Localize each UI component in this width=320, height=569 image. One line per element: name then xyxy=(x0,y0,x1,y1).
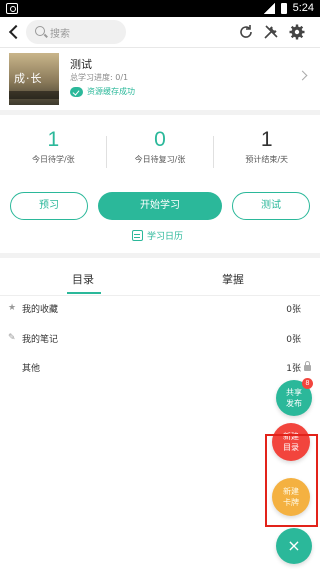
back-icon[interactable] xyxy=(8,25,20,39)
list-item[interactable]: ★ 我的收藏 0张 xyxy=(0,300,320,320)
stat-label: 今日待学/张 xyxy=(31,155,75,164)
list-item-label: 我的收藏 xyxy=(22,305,59,315)
calendar-icon xyxy=(132,230,143,241)
calendar-label: 学习日历 xyxy=(147,232,184,242)
search-icon xyxy=(35,26,45,36)
search-input[interactable]: 搜索 xyxy=(26,20,126,44)
close-icon: × xyxy=(287,536,301,555)
signal-icon xyxy=(263,2,275,14)
note-icon: ✎ xyxy=(8,333,16,343)
list-item-count: 0张 xyxy=(286,305,301,315)
test-button[interactable]: 测试 xyxy=(232,192,310,220)
top-bar: 搜索 xyxy=(0,17,320,47)
list-item-count: 0张 xyxy=(286,335,301,345)
section-divider xyxy=(0,110,320,115)
search-placeholder: 搜索 xyxy=(50,29,70,40)
stat-label: 预计结束/天 xyxy=(245,155,289,164)
tab-bar: 目录 掌握 xyxy=(0,263,320,295)
stat-estimated-end: 1 预计结束/天 xyxy=(213,120,320,180)
list-item[interactable]: ✎ 我的笔记 0张 xyxy=(0,330,320,350)
book-title: 测试 xyxy=(70,58,92,71)
study-calendar-link[interactable]: 学习日历 xyxy=(132,229,183,242)
active-tab-indicator xyxy=(67,292,101,294)
list-item-label: 其他 xyxy=(22,364,41,374)
stats-panel: 1 今日待学/张 0 今日待复习/张 1 预计结束/天 xyxy=(0,120,320,180)
refresh-icon[interactable] xyxy=(237,23,255,41)
battery-icon xyxy=(280,2,287,14)
cache-status-text: 资源缓存成功 xyxy=(87,87,135,96)
stat-today-learn: 1 今日待学/张 xyxy=(0,120,107,180)
list-item[interactable]: 其他 1张 xyxy=(0,359,320,379)
clock: 5:24 xyxy=(292,2,314,14)
tools-icon[interactable] xyxy=(262,23,280,41)
lock-icon xyxy=(304,361,311,371)
cover-text: 成·长 xyxy=(14,72,43,85)
stat-value: 0 xyxy=(154,128,166,151)
close-fab-button[interactable]: × xyxy=(276,528,312,564)
cache-status: 资源缓存成功 xyxy=(70,86,135,97)
stat-separator xyxy=(106,136,107,168)
stat-value: 1 xyxy=(47,128,60,151)
star-icon: ★ xyxy=(8,303,17,313)
stat-today-review: 0 今日待复习/张 xyxy=(107,120,214,180)
tab-catalog[interactable]: 目录 xyxy=(72,271,94,287)
preview-button[interactable]: 预习 xyxy=(10,192,88,220)
list-item-count: 1张 xyxy=(286,364,301,374)
stat-label: 今日待复习/张 xyxy=(134,155,186,164)
cloud-check-icon xyxy=(70,86,83,97)
start-learning-button[interactable]: 开始学习 xyxy=(98,192,222,220)
chevron-right-icon xyxy=(297,70,308,81)
share-publish-label: 共享发布 xyxy=(286,388,302,408)
highlight-box xyxy=(265,434,318,527)
stat-value: 1 xyxy=(260,128,273,151)
gear-icon[interactable] xyxy=(288,23,306,41)
tabs-divider xyxy=(0,295,320,296)
status-right: 5:24 xyxy=(263,2,314,14)
book-info[interactable]: 成·长 测试 总学习进度: 0/1 资源缓存成功 xyxy=(0,48,320,110)
share-publish-button[interactable]: 共享发布 8 xyxy=(276,378,313,416)
status-bar: 5:24 xyxy=(0,0,320,17)
list-item-label: 我的笔记 xyxy=(22,335,59,345)
section-divider xyxy=(0,253,320,258)
stat-separator xyxy=(213,136,214,168)
book-progress: 总学习进度: 0/1 xyxy=(70,73,129,82)
cover-strip xyxy=(9,91,59,99)
book-cover: 成·长 xyxy=(9,53,59,105)
screenshot-icon xyxy=(6,3,18,14)
tab-mastered[interactable]: 掌握 xyxy=(222,271,244,287)
notification-badge: 8 xyxy=(302,378,313,389)
